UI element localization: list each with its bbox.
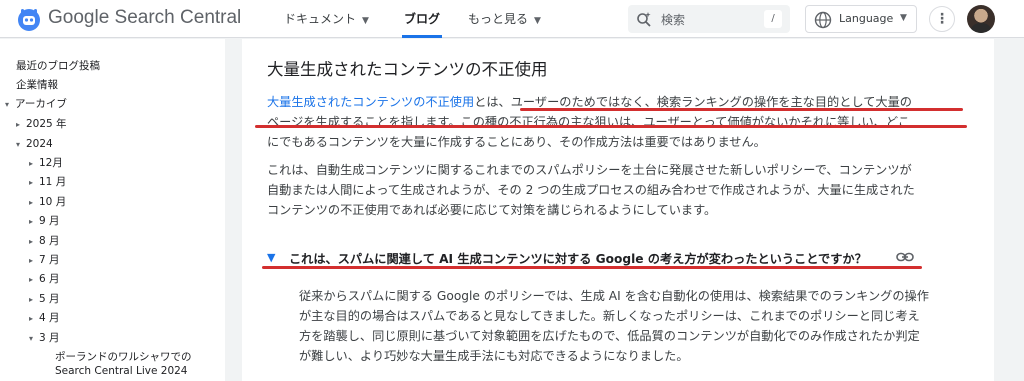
sidebar-item-month[interactable]: ▸ 11 月 (29, 175, 66, 190)
paragraph-text: とは、ユーザーのためではなく、検索ランキングの操作を主な目的として大量の (474, 95, 912, 109)
sidebar-post-link[interactable]: ポーランドのワルシャワでの Search Central Live 2024 (55, 350, 192, 378)
chevron-down-icon: ▼ (534, 16, 541, 26)
sidebar-item-recent-posts[interactable]: 最近のブログ投稿 (16, 59, 100, 73)
highlight-underline (520, 108, 963, 111)
top-header: Google Search Central ドキュメント ▼ ブログ もっと見る ▼… (0, 0, 1024, 38)
chevron-down-icon: ▼ (362, 16, 369, 26)
faq-answer: 従来からスパムに関する Google のポリシーでは、生成 AI を含む自動化の… (299, 286, 979, 366)
paragraph-line: コンテンツの不正使用であれば必要に応じて対策を講じられるようにしています。 (267, 203, 717, 217)
link-icon[interactable] (896, 250, 914, 264)
nav-more-label: もっと見る (468, 12, 529, 26)
nav-active-indicator (402, 35, 442, 38)
caret-right-icon: ▸ (16, 120, 21, 129)
sidebar-item-label: アーカイブ (15, 98, 67, 110)
paragraph-line: 自動または人間によって生成されようが、その 2 つの生成プロセスの組み合わせで作… (267, 183, 915, 197)
caret-right-icon: ▸ (29, 237, 34, 246)
chevron-down-icon[interactable]: ▼ (267, 251, 275, 264)
sidebar-item-company[interactable]: 企業情報 (16, 78, 58, 92)
search-shortcut-key: / (764, 10, 782, 28)
chevron-down-icon: ▼ (900, 13, 907, 23)
sidebar-item-month[interactable]: ▸ 6 月 (29, 272, 60, 287)
sidebar-item-month[interactable]: ▸ 8 月 (29, 234, 60, 249)
caret-right-icon: ▸ (29, 159, 34, 168)
sidebar-item-2024[interactable]: ▾ 2024 (16, 137, 53, 152)
language-label: Language (839, 12, 894, 25)
caret-right-icon: ▸ (29, 198, 34, 207)
search-spark-icon (637, 12, 651, 27)
sidebar-item-month[interactable]: ▾ 3 月 (29, 331, 60, 346)
sidebar-item-month[interactable]: ▸ 5 月 (29, 292, 60, 307)
nav-blog-label: ブログ (404, 12, 441, 26)
language-selector[interactable]: Language ▼ (805, 5, 917, 33)
nav-more[interactable]: もっと見る ▼ (468, 10, 541, 27)
sidebar-item-month[interactable]: ▸ 10 月 (29, 195, 66, 210)
sidebar-item-month[interactable]: ▸ 7 月 (29, 253, 60, 268)
highlight-underline (255, 125, 967, 128)
search-placeholder: 検索 (661, 13, 686, 27)
sidebar-item-archive[interactable]: ▾ アーカイブ (5, 97, 67, 112)
sidebar: 最近のブログ投稿 企業情報 ▾ アーカイブ ▸ 2025 年 ▾ 2024 ▸ 12月 … (0, 39, 225, 381)
sidebar-post-title-line: ポーランドのワルシャワでの (55, 351, 192, 363)
sidebar-item-label: 9 月 (39, 215, 60, 227)
caret-right-icon: ▸ (29, 275, 34, 284)
caret-right-icon: ▸ (29, 295, 34, 304)
intro-paragraph: 大量生成されたコンテンツの不正使用とは、ユーザーのためではなく、検索ランキングの… (267, 92, 967, 152)
sidebar-item-label: 7 月 (39, 254, 60, 266)
sidebar-item-label: 2024 (26, 138, 53, 150)
sidebar-item-label: 4 月 (39, 312, 60, 324)
sidebar-post-title-line: Search Central Live 2024 (55, 365, 188, 377)
paragraph-line: ページを生成することを指します。この種の不正行為の主な狙いは、ユーザーとって価値… (267, 115, 910, 129)
paragraph-line: が主な目的の場合はスパムであると見なしてきました。新しくなったポリシーは、これま… (299, 309, 920, 323)
body-paragraph: これは、自動生成コンテンツに関するこれまでのスパムポリシーを土台に発展させた新し… (267, 160, 967, 220)
paragraph-line: 従来からスパムに関する Google のポリシーでは、生成 AI を含む自動化の… (299, 289, 929, 303)
caret-right-icon: ▸ (29, 256, 34, 265)
paragraph-line: にでもあるコンテンツを大量に作成することにあり、その作成方法は重要ではありません… (267, 135, 766, 149)
search-box[interactable]: 検索 / (628, 5, 790, 33)
sidebar-item-month[interactable]: ▸ 9 月 (29, 214, 60, 229)
sidebar-item-label: 6 月 (39, 273, 60, 285)
nav-documents-label: ドキュメント (284, 12, 357, 26)
globe-icon (814, 11, 832, 29)
google-search-central-logo-icon[interactable] (16, 6, 42, 32)
caret-right-icon: ▸ (29, 217, 34, 226)
paragraph-line: これは、自動生成コンテンツに関するこれまでのスパムポリシーを土台に発展させた新し… (267, 163, 912, 177)
page-title: 大量生成されたコンテンツの不正使用 (267, 60, 548, 79)
sidebar-item-label: 3 月 (39, 332, 60, 344)
highlight-underline (262, 266, 922, 269)
sidebar-item-month[interactable]: ▸ 4 月 (29, 311, 60, 326)
more-options-button[interactable]: ⋮ (929, 6, 955, 32)
caret-down-icon: ▾ (29, 334, 34, 343)
sidebar-item-label: 2025 年 (26, 118, 67, 130)
nav-documents[interactable]: ドキュメント ▼ (284, 10, 369, 27)
sidebar-item-label: 10 月 (39, 196, 67, 208)
avatar[interactable] (967, 5, 995, 33)
sidebar-item-2025[interactable]: ▸ 2025 年 (16, 117, 67, 132)
spam-policy-link[interactable]: 大量生成されたコンテンツの不正使用 (267, 95, 474, 109)
brand-title[interactable]: Google Search Central (48, 7, 241, 29)
sidebar-item-label: 8 月 (39, 235, 60, 247)
caret-down-icon: ▾ (5, 100, 10, 109)
sidebar-item-month[interactable]: ▸ 12月 (29, 156, 63, 171)
faq-question-text[interactable]: これは、スパムに関連して AI 生成コンテンツに対する Google の考え方が… (289, 249, 867, 267)
sidebar-item-label: 11 月 (39, 176, 67, 188)
caret-right-icon: ▸ (29, 178, 34, 187)
sidebar-item-label: 5 月 (39, 293, 60, 305)
caret-down-icon: ▾ (16, 140, 21, 149)
sidebar-item-label: 12月 (39, 157, 63, 169)
paragraph-line: 方を踏襲し、同じ原則に基づいて対象範囲を広げたもので、低品質のコンテンツが自動化… (299, 329, 920, 343)
nav-blog[interactable]: ブログ (404, 10, 440, 27)
paragraph-line: が難しい、より巧妙な大量生成手法にも対応できるようになりました。 (299, 349, 689, 363)
caret-right-icon: ▸ (29, 314, 34, 323)
